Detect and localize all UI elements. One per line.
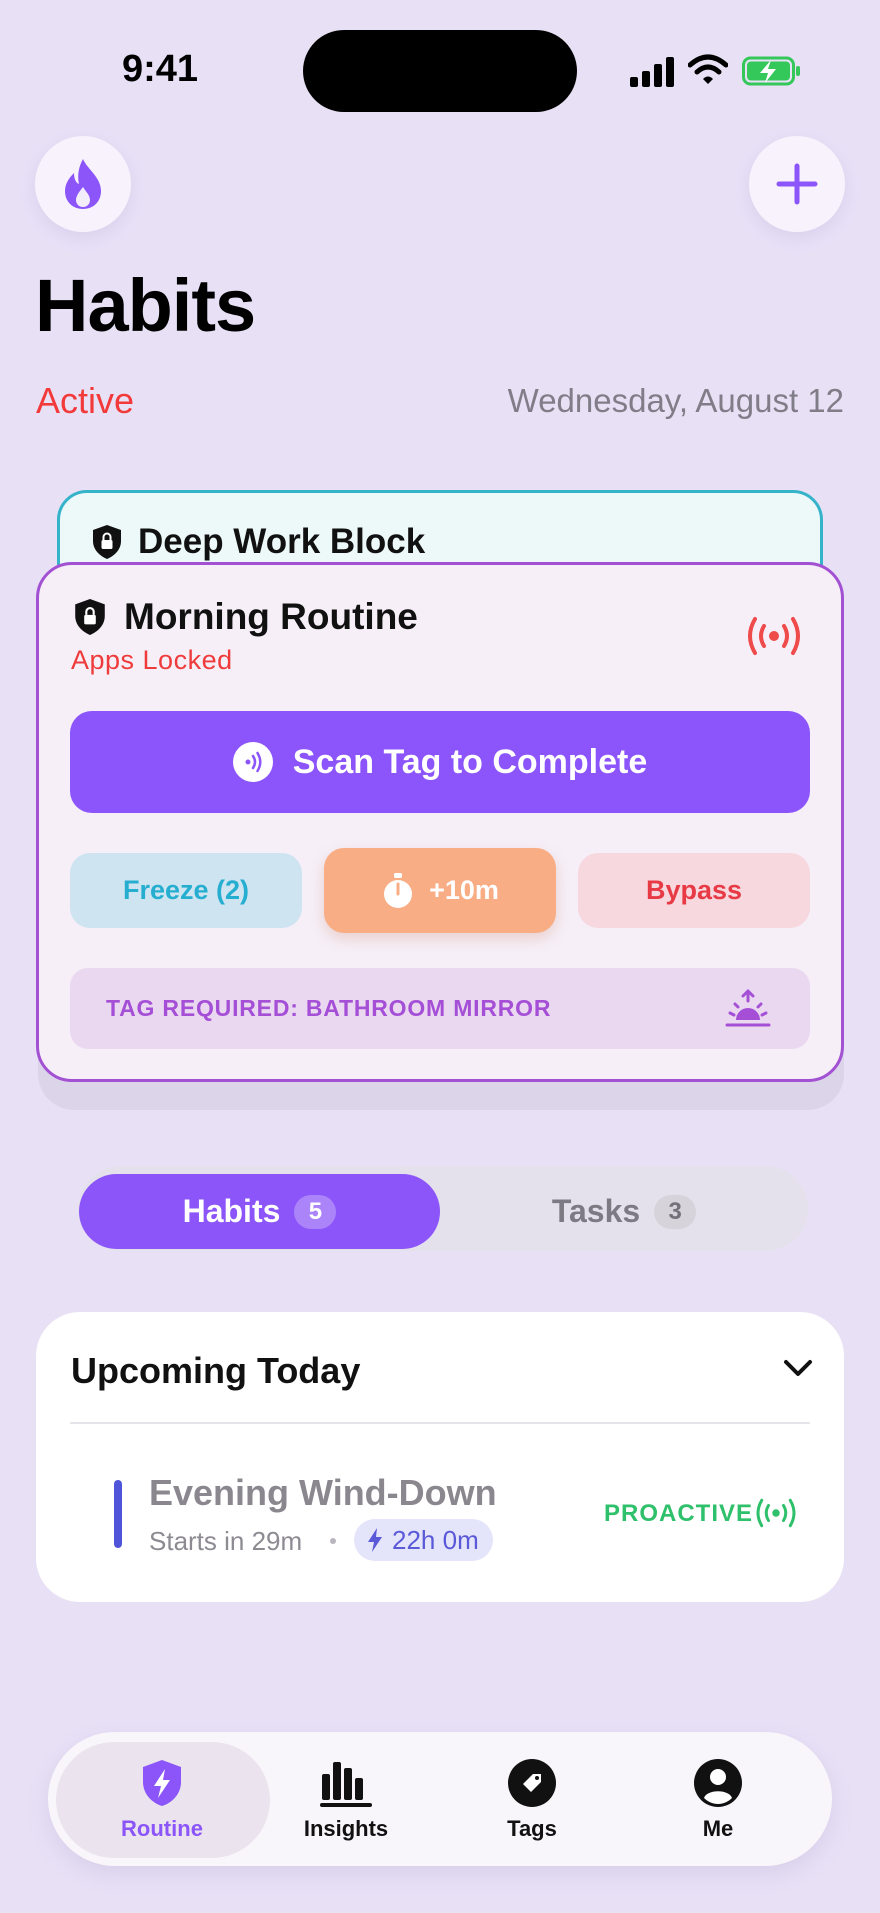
- nfc-scan-icon: [232, 742, 273, 782]
- streak-button[interactable]: [35, 136, 131, 232]
- segment-tasks[interactable]: Tasks 3: [440, 1174, 808, 1249]
- status-filter-active[interactable]: Active: [36, 380, 134, 422]
- upcoming-item-start-time: Starts in 29m: [149, 1526, 303, 1556]
- plus-icon: [776, 163, 818, 205]
- page-title: Habits: [35, 264, 256, 347]
- shield-lock-icon: [93, 525, 121, 559]
- segment-tasks-label: Tasks: [551, 1193, 641, 1229]
- apps-locked-status: Apps Locked: [71, 645, 233, 675]
- tab-tags[interactable]: Tags: [457, 1758, 607, 1842]
- divider: [70, 1422, 810, 1424]
- bolt-shield-icon: [143, 1760, 181, 1806]
- duration-text: 22h 0m: [392, 1524, 479, 1555]
- habit-color-indicator: [114, 1480, 122, 1548]
- tag-requirement-text: TAG REQUIRED: BATHROOM MIRROR: [106, 995, 552, 1021]
- tab-routine[interactable]: Routine: [87, 1758, 237, 1842]
- habits-count-badge: 5: [294, 1194, 337, 1229]
- current-date: Wednesday, August 12: [507, 382, 844, 419]
- tab-label: Insights: [303, 1816, 389, 1841]
- bypass-button[interactable]: Bypass: [578, 853, 810, 928]
- upcoming-item-title[interactable]: Evening Wind-Down: [149, 1472, 497, 1514]
- wifi-icon: [688, 54, 728, 84]
- chevron-down-icon[interactable]: [782, 1356, 814, 1380]
- person-circle-icon: [694, 1759, 742, 1807]
- tab-insights[interactable]: Insights: [271, 1758, 421, 1842]
- duration-badge: 22h 0m: [354, 1519, 493, 1561]
- nfc-broadcast-icon: [748, 617, 800, 655]
- dynamic-island: [303, 30, 577, 112]
- battery-charging-icon: [742, 56, 800, 86]
- extend-time-button[interactable]: +10m: [324, 848, 556, 933]
- nfc-broadcast-icon: [756, 1498, 796, 1528]
- bar-chart-icon: [320, 1762, 372, 1807]
- habit-card-title: Morning Routine: [124, 596, 418, 637]
- tab-label: Me: [702, 1816, 734, 1841]
- tab-label: Tags: [507, 1816, 557, 1841]
- segment-habits[interactable]: Habits 5: [79, 1174, 440, 1249]
- lightning-icon: [368, 1528, 382, 1552]
- tasks-count-badge: 3: [654, 1194, 697, 1229]
- tab-me[interactable]: Me: [643, 1758, 793, 1842]
- status-time: 9:41: [122, 48, 199, 90]
- section-title[interactable]: Upcoming Today: [71, 1350, 360, 1392]
- habit-card-title: Deep Work Block: [138, 522, 426, 561]
- cellular-signal-icon: [630, 57, 676, 87]
- tag-icon: [508, 1759, 556, 1807]
- extend-time-label: +10m: [429, 875, 499, 905]
- scan-tag-button[interactable]: Scan Tag to Complete: [70, 711, 810, 813]
- scan-tag-label: Scan Tag to Complete: [292, 742, 648, 781]
- shield-lock-icon: [75, 599, 105, 635]
- add-habit-button[interactable]: [749, 136, 845, 232]
- mode-badge: PROACTIVE: [604, 1500, 754, 1527]
- tab-label: Routine: [121, 1816, 203, 1841]
- timer-icon: [384, 872, 413, 908]
- segment-habits-label: Habits: [182, 1193, 281, 1229]
- sunrise-icon: [725, 989, 771, 1026]
- separator-dot: [330, 1538, 336, 1544]
- tag-requirement-banner: TAG REQUIRED: BATHROOM MIRROR: [70, 968, 810, 1049]
- flame-icon: [65, 159, 101, 209]
- freeze-button[interactable]: Freeze (2): [70, 853, 302, 928]
